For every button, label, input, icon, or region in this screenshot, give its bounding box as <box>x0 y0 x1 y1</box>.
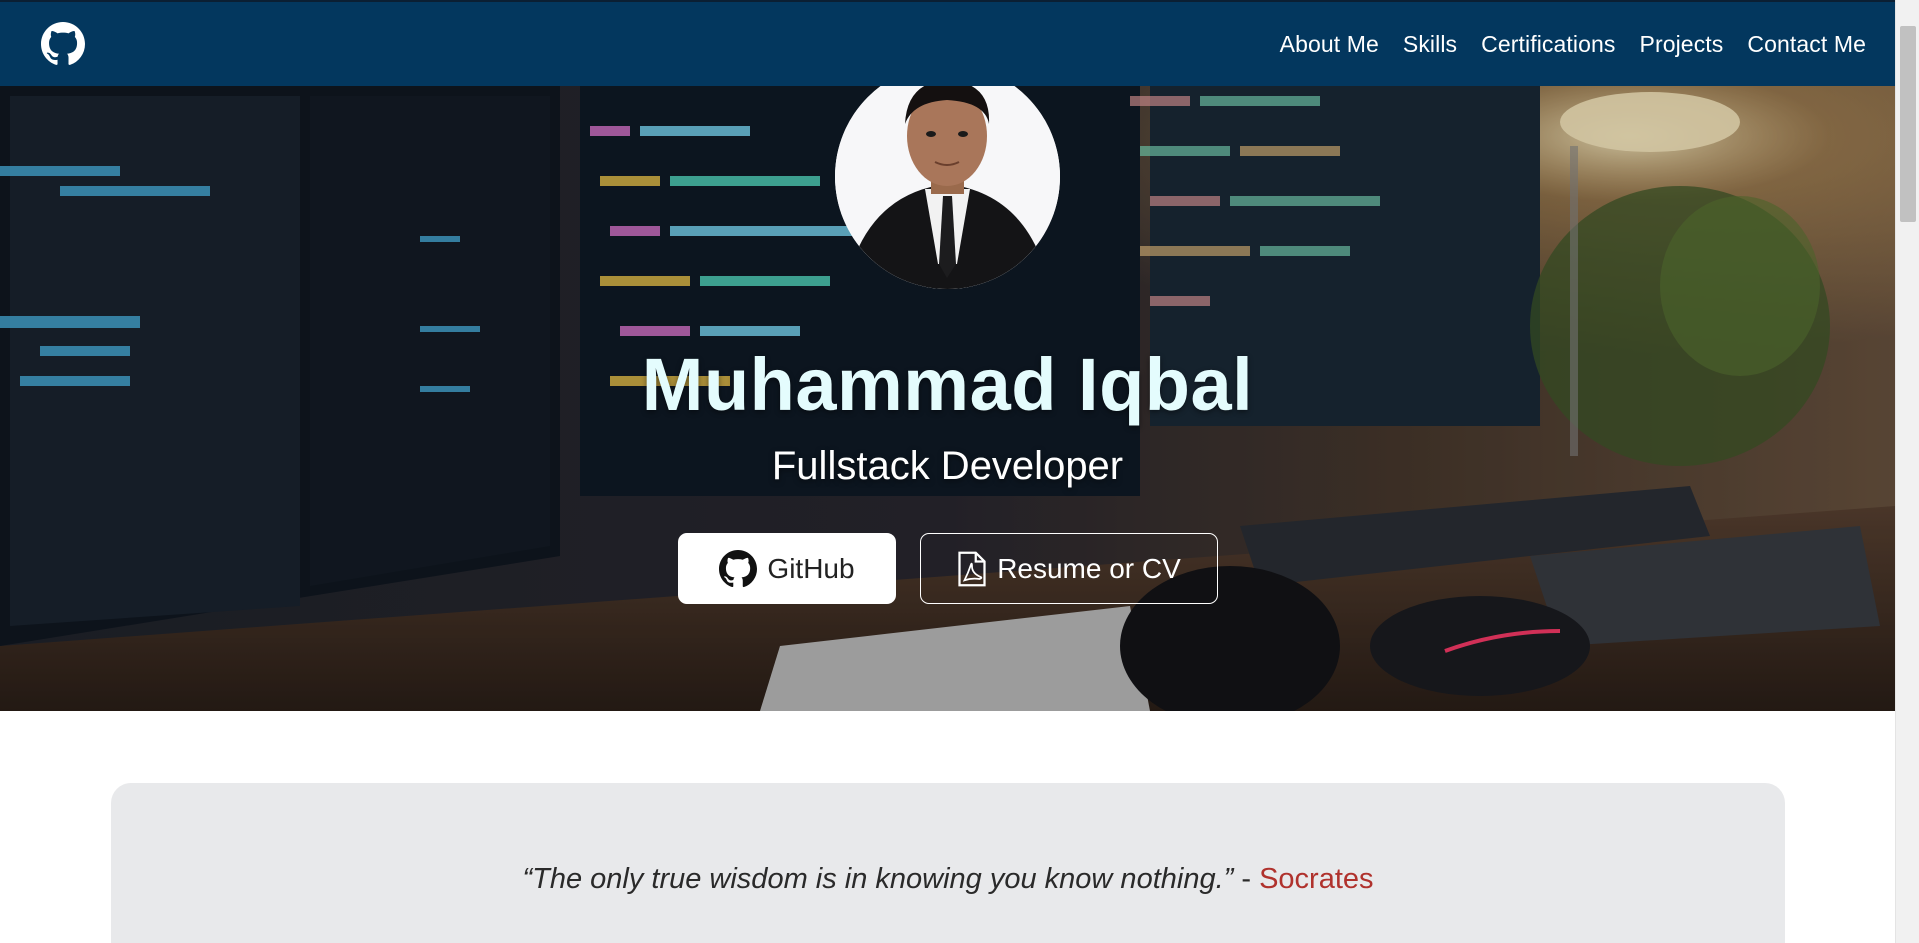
nav-certifications[interactable]: Certifications <box>1481 31 1615 58</box>
github-button[interactable]: GitHub <box>678 533 896 604</box>
nav-links: About Me Skills Certifications Projects … <box>1280 31 1866 58</box>
scrollbar-thumb[interactable] <box>1900 26 1916 222</box>
resume-button-label: Resume or CV <box>997 552 1181 584</box>
pdf-file-icon <box>957 550 987 588</box>
quote: “The only true wisdom is in knowing you … <box>111 863 1785 896</box>
resume-button[interactable]: Resume or CV <box>920 533 1218 604</box>
hero-section: Muhammad Iqbal Fullstack Developer GitHu… <box>0 86 1895 711</box>
hero-name: Muhammad Iqbal <box>641 343 1254 426</box>
github-icon[interactable] <box>40 21 86 67</box>
nav-skills[interactable]: Skills <box>1403 31 1457 58</box>
scrollbar[interactable] <box>1895 0 1919 943</box>
github-icon <box>719 549 758 588</box>
quote-text: “The only true wisdom is in knowing you … <box>522 863 1234 895</box>
quote-author: Socrates <box>1259 863 1374 895</box>
hero-role: Fullstack Developer <box>771 444 1124 488</box>
quote-separator: - <box>1233 863 1260 895</box>
nav-contact-me[interactable]: Contact Me <box>1747 31 1866 58</box>
quote-card: “The only true wisdom is in knowing you … <box>111 783 1785 943</box>
navbar: About Me Skills Certifications Projects … <box>0 0 1895 86</box>
nav-about-me[interactable]: About Me <box>1280 31 1379 58</box>
github-button-label: GitHub <box>767 552 855 584</box>
nav-projects[interactable]: Projects <box>1640 31 1724 58</box>
